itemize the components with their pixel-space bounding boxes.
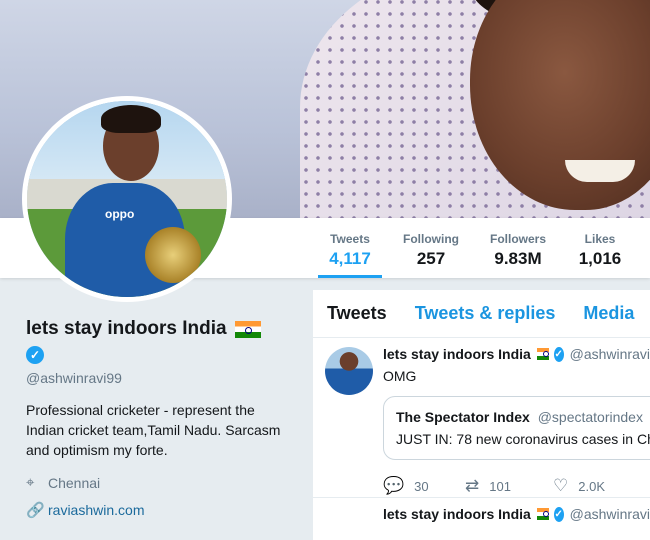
stat-value: 9.83M xyxy=(494,249,542,268)
stat-followers[interactable]: Followers 9.83M xyxy=(484,218,552,278)
profile-website: 🔗 raviashwin.com xyxy=(26,501,296,519)
profile-avatar[interactable]: oppo xyxy=(22,96,232,302)
website-link[interactable]: raviashwin.com xyxy=(48,502,144,518)
stat-value: 257 xyxy=(416,249,446,268)
tweet[interactable]: lets stay indoors India ✓ @ashwinravi xyxy=(313,498,650,540)
location-text: Chennai xyxy=(48,474,101,491)
tweet-author-handle[interactable]: @ashwinravi xyxy=(570,346,650,362)
quoted-tweet-text: JUST IN: 78 new coronavirus cases in Chi… xyxy=(396,431,650,447)
like-button[interactable]: ♡ 2.0K xyxy=(553,476,635,496)
verified-row: ✓ xyxy=(26,346,296,364)
tweet[interactable]: lets stay indoors India ✓ @ashwinravi OM… xyxy=(313,338,650,498)
reply-button[interactable]: 💬 30 xyxy=(383,476,465,496)
quoted-tweet-header: The Spectator Index @spectatorindex xyxy=(396,409,650,425)
tweet-author-name[interactable]: lets stay indoors India xyxy=(383,346,531,362)
avatar-hair xyxy=(101,105,161,133)
location-pin-icon: ⌖ xyxy=(26,474,35,491)
verified-badge-icon: ✓ xyxy=(553,346,564,362)
india-flag-icon xyxy=(536,508,549,520)
quoted-author-name: The Spectator Index xyxy=(396,409,530,425)
profile-card: lets stay indoors India ✓ @ashwinravi99 … xyxy=(26,318,296,519)
avatar-trophy xyxy=(145,227,201,283)
stat-label: Tweets xyxy=(330,232,370,246)
tweet-author-handle[interactable]: @ashwinravi xyxy=(570,506,650,522)
timeline-tabs: Tweets Tweets & replies Media xyxy=(313,290,650,338)
stat-label: Following xyxy=(403,232,459,246)
stat-label: Followers xyxy=(489,232,546,246)
tweet-text: OMG xyxy=(383,368,417,384)
link-icon: 🔗 xyxy=(26,502,45,519)
profile-handle[interactable]: @ashwinravi99 xyxy=(26,370,296,386)
profile-bio: Professional cricketer - represent the I… xyxy=(26,402,281,458)
profile-name-row: lets stay indoors India xyxy=(26,318,296,340)
india-flag-icon xyxy=(536,348,549,360)
stat-value: 4,117 xyxy=(329,249,371,268)
stat-following[interactable]: Following 257 xyxy=(398,218,464,278)
retweet-icon: ⇄ xyxy=(465,476,480,495)
tab-media[interactable]: Media xyxy=(583,303,634,324)
avatar-jersey-logo: oppo xyxy=(105,207,135,221)
reply-icon: 💬 xyxy=(383,476,405,495)
retweet-count: 101 xyxy=(489,478,511,494)
tweet-header: lets stay indoors India ✓ @ashwinravi xyxy=(383,346,650,362)
verified-badge-icon[interactable]: ✓ xyxy=(26,346,44,364)
tweet-avatar[interactable] xyxy=(325,347,373,395)
retweet-button[interactable]: ⇄ 101 xyxy=(465,476,553,496)
verified-badge-icon: ✓ xyxy=(553,506,564,522)
tweet-actions: 💬 30 ⇄ 101 ♡ 2.0K xyxy=(383,476,650,496)
tweet-header: lets stay indoors India ✓ @ashwinravi xyxy=(383,506,650,522)
india-flag-icon xyxy=(234,320,261,338)
reply-count: 30 xyxy=(414,478,429,494)
like-count: 2.0K xyxy=(578,478,605,494)
profile-name: lets stay indoors India xyxy=(26,318,227,339)
stat-likes[interactable]: Likes 1,016 xyxy=(574,218,626,278)
quoted-author-handle: @spectatorindex xyxy=(537,409,643,425)
heart-icon: ♡ xyxy=(553,476,569,495)
stat-value: 1,016 xyxy=(578,249,622,268)
tweet-author-name[interactable]: lets stay indoors India xyxy=(383,506,531,522)
tab-tweets-replies[interactable]: Tweets & replies xyxy=(415,303,556,324)
quoted-tweet[interactable]: The Spectator Index @spectatorindex JUST… xyxy=(383,396,650,460)
tab-tweets[interactable]: Tweets xyxy=(327,303,387,324)
profile-location: ⌖ Chennai xyxy=(26,474,296,491)
timeline: Tweets Tweets & replies Media lets stay … xyxy=(313,290,650,540)
stat-label: Likes xyxy=(584,232,616,246)
banner-smile xyxy=(565,160,635,182)
stat-tweets[interactable]: Tweets 4,117 xyxy=(318,218,382,278)
